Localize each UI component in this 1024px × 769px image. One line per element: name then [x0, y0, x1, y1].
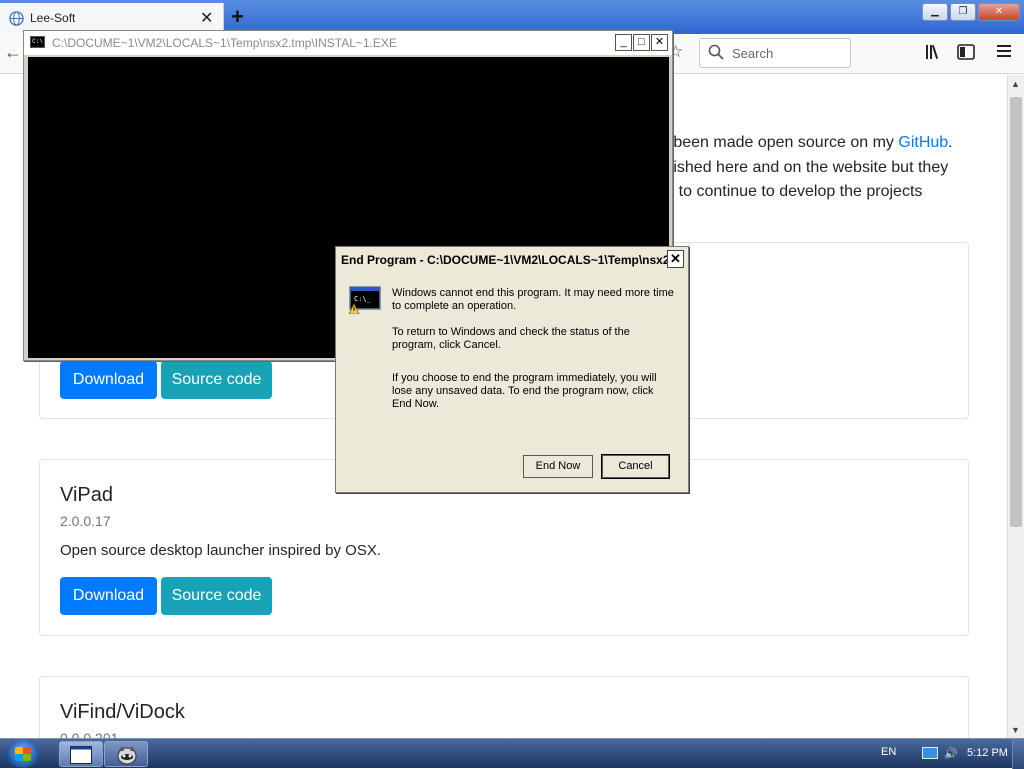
show-desktop-button[interactable]: [1012, 739, 1024, 769]
scroll-down-icon[interactable]: ▼: [1011, 725, 1020, 735]
svg-text:C:\_: C:\_: [354, 295, 372, 303]
start-button[interactable]: [6, 740, 40, 768]
tab-title: Lee-Soft: [30, 11, 76, 25]
intro-text: ve been made open source on my: [652, 134, 899, 151]
restore-button[interactable]: ❐: [950, 3, 976, 21]
console-minimize-button[interactable]: _: [615, 34, 632, 51]
card-title: ViPad: [60, 484, 114, 506]
library-icon[interactable]: [925, 44, 943, 60]
clock[interactable]: 5:12 PM: [967, 747, 1008, 759]
source-code-button[interactable]: Source code: [161, 577, 272, 615]
console-close-button[interactable]: ✕: [651, 34, 668, 51]
language-indicator[interactable]: EN: [881, 746, 896, 758]
scroll-up-icon[interactable]: ▲: [1011, 79, 1020, 89]
dialog-title-bar[interactable]: End Program - C:\DOCUME~1\VM2\LOCALS~1\T…: [336, 247, 688, 273]
end-program-dialog: End Program - C:\DOCUME~1\VM2\LOCALS~1\T…: [335, 246, 689, 493]
console-maximize-button[interactable]: □: [633, 34, 650, 51]
sidebar-icon[interactable]: [957, 44, 975, 60]
taskbar-installer-item[interactable]: [104, 741, 148, 767]
console-icon: C:\: [30, 36, 45, 48]
card-description: Open source desktop launcher inspired by…: [60, 542, 382, 559]
console-title-bar[interactable]: C:\ C:\DOCUME~1\VM2\LOCALS~1\Temp\nsx2.t…: [24, 31, 672, 55]
dialog-close-button[interactable]: ✕: [667, 250, 684, 268]
new-tab-button[interactable]: +: [231, 4, 244, 30]
download-button[interactable]: Download: [60, 577, 157, 615]
intro-text-end: .: [948, 134, 953, 151]
intro-line-2: ublished here and on the website but the…: [652, 159, 949, 176]
close-button[interactable]: ✕: [978, 3, 1020, 21]
console-warning-icon: C:\_: [349, 286, 381, 314]
search-box[interactable]: [699, 38, 851, 68]
project-card-vifind: ViFind/ViDock 0.0.0.201: [39, 676, 969, 738]
download-button[interactable]: Download: [60, 361, 157, 399]
back-arrow-icon[interactable]: ←: [4, 42, 22, 63]
windows-logo-icon: [15, 747, 31, 761]
tab-strip: Lee-Soft ✕ + ▁ ❐ ✕: [0, 0, 1024, 34]
intro-line-3: me to continue to develop the projects: [652, 183, 923, 200]
dialog-title: End Program - C:\DOCUME~1\VM2\LOCALS~1\T…: [341, 253, 680, 267]
end-now-button[interactable]: End Now: [523, 455, 593, 478]
tab-close-icon[interactable]: ✕: [200, 8, 213, 28]
card-title: ViFind/ViDock: [60, 701, 185, 723]
search-icon: [708, 44, 724, 60]
github-link[interactable]: GitHub: [898, 134, 948, 151]
dialog-message-1: Windows cannot end this program. It may …: [392, 287, 674, 312]
menu-icon[interactable]: [997, 44, 1011, 58]
intro-line-1: ve been made open source on my GitHub.: [652, 134, 953, 152]
console-window-controls: _ □ ✕: [615, 34, 668, 51]
search-input[interactable]: [730, 45, 845, 62]
installer-icon: [117, 746, 137, 765]
card-version: 2.0.0.17: [60, 513, 111, 529]
cancel-button[interactable]: Cancel: [601, 454, 670, 479]
minimize-button[interactable]: ▁: [922, 3, 948, 21]
volume-icon[interactable]: 🔊: [944, 747, 958, 760]
dialog-message-3: If you choose to end the program immedia…: [392, 372, 657, 410]
window-icon: [70, 746, 92, 764]
scroll-thumb[interactable]: [1010, 97, 1022, 527]
globe-icon: [9, 11, 24, 26]
dialog-message-2: To return to Windows and check the statu…: [392, 326, 630, 351]
vertical-scrollbar[interactable]: ▲ ▼: [1007, 75, 1024, 738]
window-controls: ▁ ❐ ✕: [922, 3, 1020, 21]
console-title: C:\DOCUME~1\VM2\LOCALS~1\Temp\nsx2.tmp\I…: [52, 36, 397, 50]
network-icon[interactable]: [922, 747, 938, 759]
taskbar-console-item[interactable]: [59, 741, 103, 767]
source-code-button[interactable]: Source code: [161, 361, 272, 399]
taskbar: EN 🔊 5:12 PM: [0, 738, 1024, 769]
card-version: 0.0.0.201: [60, 730, 119, 738]
